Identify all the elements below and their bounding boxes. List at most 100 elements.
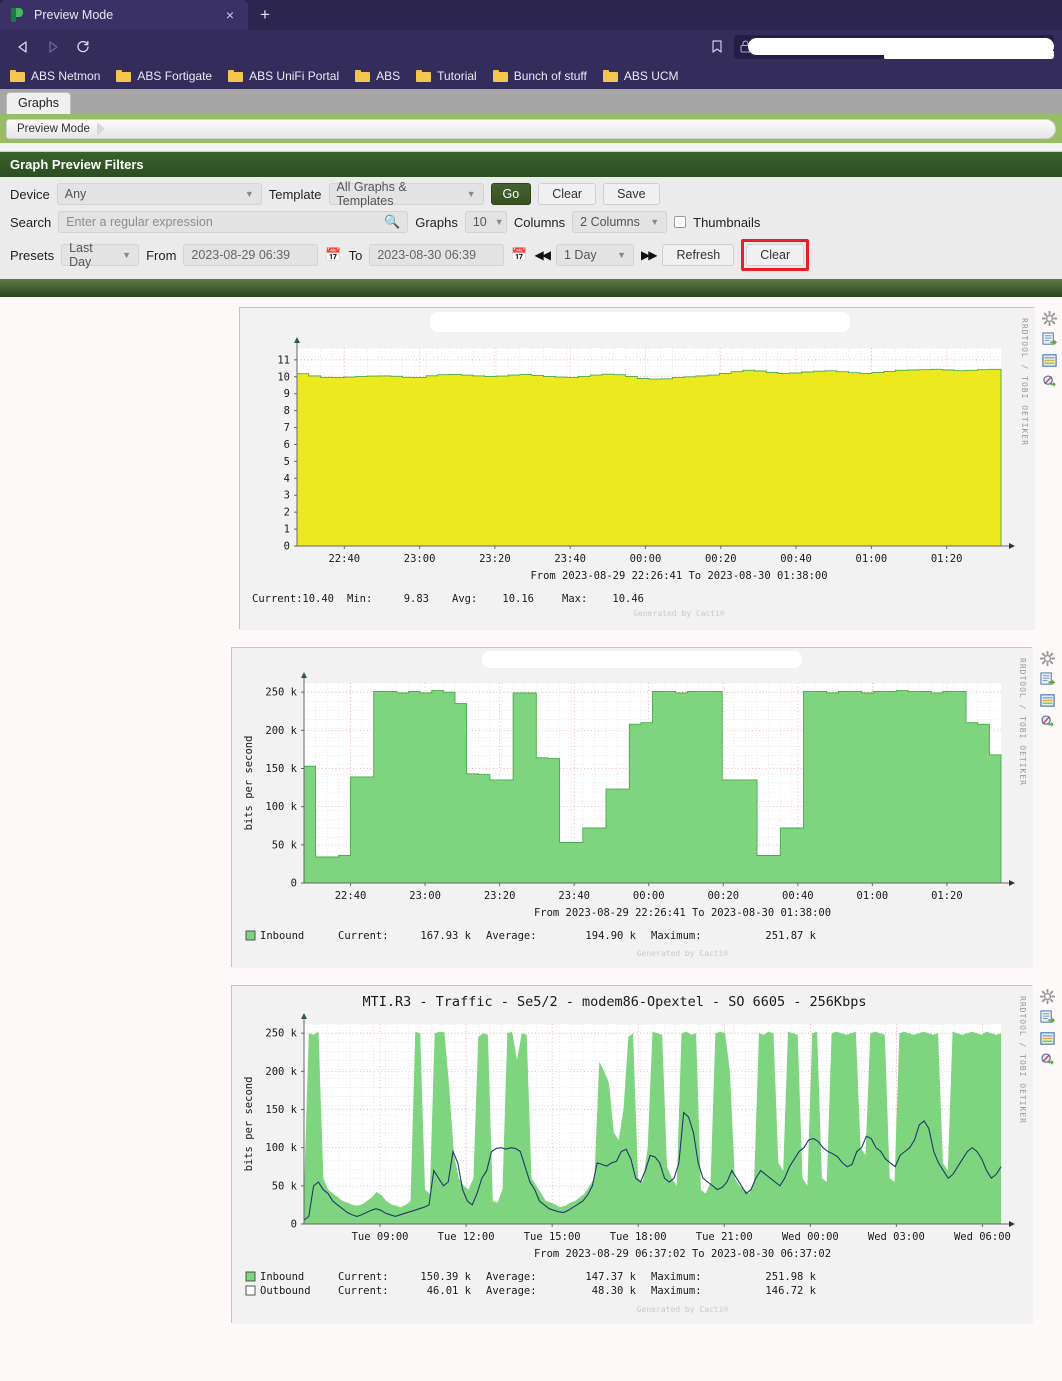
svg-text:251.87 k: 251.87 k bbox=[765, 930, 816, 942]
svg-text:00:40: 00:40 bbox=[782, 890, 814, 902]
svg-text:01:20: 01:20 bbox=[931, 890, 963, 902]
svg-text:Max:: Max: bbox=[562, 593, 587, 605]
zoom-disabled-icon[interactable] bbox=[1042, 374, 1057, 389]
close-icon[interactable]: × bbox=[222, 8, 238, 22]
graph-actions-2 bbox=[1033, 651, 1061, 729]
svg-text:23:00: 23:00 bbox=[409, 890, 441, 902]
step-backward-icon[interactable]: ◀◀ bbox=[535, 248, 552, 262]
zoom-disabled-icon[interactable] bbox=[1040, 1052, 1055, 1067]
folder-icon bbox=[10, 70, 25, 82]
graph-image-3[interactable]: MTI.R3 - Traffic - Se5/2 - modem86-Opext… bbox=[232, 986, 1033, 1324]
gear-icon[interactable] bbox=[1041, 311, 1057, 326]
svg-text:Maximum:: Maximum: bbox=[651, 1285, 702, 1297]
svg-text:Average:: Average: bbox=[486, 1271, 537, 1283]
bookmark-outline-icon[interactable] bbox=[704, 39, 730, 55]
csv-export-icon[interactable] bbox=[1039, 1010, 1055, 1025]
template-select-value: All Graphs & Templates bbox=[336, 180, 407, 208]
graph-image-2[interactable]: 0 50 k 100 k 150 k 200 k 250 k 22:40 23:00 23:20… bbox=[232, 648, 1033, 968]
svg-text:Wed 00:00: Wed 00:00 bbox=[782, 1231, 839, 1243]
thumbnails-checkbox[interactable] bbox=[674, 216, 687, 228]
bookmark-bunch-of-stuff[interactable]: Bunch of stuff bbox=[492, 69, 587, 83]
search-input[interactable]: Enter a regular expression 🔍 bbox=[58, 211, 409, 233]
svg-text:22:40: 22:40 bbox=[328, 553, 360, 565]
svg-text:251.98 k: 251.98 k bbox=[765, 1271, 816, 1283]
gear-icon[interactable] bbox=[1039, 651, 1055, 666]
svg-text:bits per second: bits per second bbox=[243, 736, 255, 831]
graph-properties-icon[interactable] bbox=[1041, 353, 1057, 368]
device-label: Device bbox=[10, 186, 50, 202]
bookmark-abs-netmon[interactable]: ABS Netmon bbox=[10, 69, 100, 83]
rrdtool-watermark: RRDTOOL / TOBI OETIKER bbox=[1020, 318, 1029, 446]
presets-select[interactable]: Last Day ▼ bbox=[61, 241, 140, 269]
svg-text:50 k: 50 k bbox=[272, 1180, 298, 1192]
columns-select[interactable]: 2 Columns ▼ bbox=[572, 211, 668, 233]
graph-properties-icon[interactable] bbox=[1039, 693, 1055, 708]
svg-text:0: 0 bbox=[291, 878, 297, 890]
address-bar[interactable] bbox=[734, 34, 1054, 59]
svg-text:00:20: 00:20 bbox=[707, 890, 739, 902]
svg-text:23:20: 23:20 bbox=[484, 890, 516, 902]
graph-card-1[interactable]: 0 1 2 3 4 5 6 7 8 9 10 11 22:40 23:00 23:20 23:40 00:00 0… bbox=[239, 307, 1057, 630]
svg-text:50 k: 50 k bbox=[272, 839, 298, 851]
svg-text:Average:: Average: bbox=[486, 1285, 537, 1297]
gear-icon[interactable] bbox=[1039, 989, 1055, 1004]
bookmark-abs-fortigate[interactable]: ABS Fortigate bbox=[116, 69, 212, 83]
new-tab-button[interactable]: + bbox=[248, 0, 282, 30]
tab-strip: Preview Mode × + bbox=[0, 0, 1062, 30]
tab-graphs[interactable]: Graphs bbox=[6, 92, 71, 114]
clear-button[interactable]: Clear bbox=[538, 183, 597, 205]
svg-text:10.40: 10.40 bbox=[302, 593, 334, 605]
clear-presets-button[interactable]: Clear bbox=[746, 244, 805, 266]
bookmark-abs-unifi-portal[interactable]: ABS UniFi Portal bbox=[228, 69, 339, 83]
svg-text:0: 0 bbox=[291, 1219, 297, 1231]
browser-tab[interactable]: Preview Mode × bbox=[0, 0, 248, 30]
device-select[interactable]: Any ▼ bbox=[56, 183, 262, 205]
svg-text:22:40: 22:40 bbox=[335, 890, 367, 902]
go-button[interactable]: Go bbox=[490, 183, 532, 205]
graph-card-2[interactable]: 0 50 k 100 k 150 k 200 k 250 k 22:40 23:00 23:20… bbox=[231, 647, 1055, 968]
bookmark-label: Bunch of stuff bbox=[513, 69, 587, 83]
svg-text:Tue 15:00: Tue 15:00 bbox=[524, 1231, 581, 1243]
forward-arrow-icon[interactable] bbox=[38, 34, 68, 60]
svg-text:Current:: Current: bbox=[338, 1285, 389, 1297]
graph-card-3[interactable]: MTI.R3 - Traffic - Se5/2 - modem86-Opext… bbox=[231, 985, 1055, 1324]
step-forward-icon[interactable]: ▶▶ bbox=[641, 248, 658, 262]
graph-image-1[interactable]: 0 1 2 3 4 5 6 7 8 9 10 11 22:40 23:00 23:20 23:40 00:00 0… bbox=[240, 308, 1035, 630]
save-button[interactable]: Save bbox=[603, 183, 660, 205]
columns-label: Columns bbox=[513, 214, 566, 230]
graph-properties-icon[interactable] bbox=[1039, 1031, 1055, 1046]
bookmark-tutorial[interactable]: Tutorial bbox=[416, 69, 477, 83]
svg-text:Avg:: Avg: bbox=[452, 593, 477, 605]
breadcrumb-item-preview-mode[interactable]: Preview Mode bbox=[7, 120, 105, 138]
svg-text:5: 5 bbox=[284, 456, 290, 468]
reload-icon[interactable] bbox=[68, 34, 98, 60]
csv-export-icon[interactable] bbox=[1039, 672, 1055, 687]
calendar-icon[interactable]: 📅 bbox=[511, 247, 527, 263]
back-arrow-icon[interactable] bbox=[8, 34, 38, 60]
svg-text:11: 11 bbox=[277, 354, 290, 366]
folder-icon bbox=[492, 70, 508, 82]
csv-export-icon[interactable] bbox=[1041, 332, 1057, 347]
from-date-input[interactable]: 2023-08-29 06:39 bbox=[183, 244, 319, 266]
calendar-icon[interactable]: 📅 bbox=[325, 247, 341, 263]
svg-text:Current:: Current: bbox=[338, 1271, 389, 1283]
svg-text:146.72 k: 146.72 k bbox=[765, 1285, 816, 1297]
template-select[interactable]: All Graphs & Templates ▼ bbox=[328, 180, 484, 208]
svg-text:00:20: 00:20 bbox=[705, 553, 737, 565]
svg-text:Tue 18:00: Tue 18:00 bbox=[610, 1231, 667, 1243]
svg-text:2: 2 bbox=[284, 507, 290, 519]
svg-text:From 2023-08-29 22:26:41 To 20: From 2023-08-29 22:26:41 To 2023-08-30 0… bbox=[530, 570, 827, 582]
to-date-input[interactable]: 2023-08-30 06:39 bbox=[369, 244, 505, 266]
svg-text:Generated by Cacti®: Generated by Cacti® bbox=[637, 949, 729, 958]
refresh-button[interactable]: Refresh bbox=[662, 244, 735, 266]
bookmark-label: ABS Fortigate bbox=[137, 69, 213, 83]
graphs-count-select[interactable]: 10 ▼ bbox=[464, 211, 507, 233]
search-icon[interactable]: 🔍 bbox=[384, 214, 400, 230]
chevron-down-icon: ▼ bbox=[466, 189, 476, 199]
zoom-disabled-icon[interactable] bbox=[1040, 714, 1055, 729]
svg-text:8: 8 bbox=[284, 405, 290, 417]
svg-text:Maximum:: Maximum: bbox=[651, 930, 702, 942]
bookmark-abs-ucm[interactable]: ABS UCM bbox=[602, 69, 679, 83]
step-size-select[interactable]: 1 Day ▼ bbox=[556, 244, 634, 266]
bookmark-abs[interactable]: ABS bbox=[355, 69, 400, 83]
